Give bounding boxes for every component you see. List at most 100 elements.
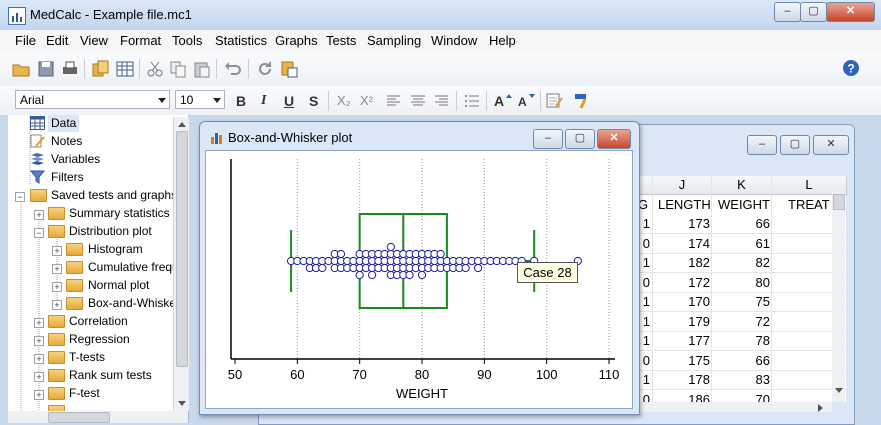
superscript-button[interactable]: X² <box>360 93 373 108</box>
tree-item-saved-tests[interactable]: Saved tests and graphs <box>51 187 173 204</box>
minimize-button[interactable]: – <box>774 2 801 22</box>
menu-statistics[interactable]: Statistics <box>215 33 267 48</box>
undo-icon[interactable] <box>224 60 242 78</box>
chart-close-button[interactable]: ✕ <box>597 129 631 149</box>
italic-button[interactable]: I <box>261 93 266 109</box>
table-cell[interactable]: 82 <box>712 253 770 272</box>
scroll-down-icon[interactable] <box>835 388 843 394</box>
open-icon[interactable] <box>12 60 30 78</box>
table-cell[interactable]: 83 <box>712 370 770 389</box>
header-cell-weight[interactable]: WEIGHT <box>718 195 770 214</box>
bullet-list-icon[interactable] <box>464 94 480 108</box>
expand-toggle[interactable]: + <box>52 282 62 292</box>
table-cell[interactable]: 80 <box>712 273 770 292</box>
paste-icon[interactable] <box>193 60 211 78</box>
underline-button[interactable]: U <box>284 93 294 109</box>
tree-hscroll-thumb[interactable] <box>48 412 110 423</box>
copy-icon[interactable] <box>169 60 187 78</box>
save-icon[interactable] <box>37 60 55 78</box>
sheet-horizontal-scrollbar[interactable] <box>638 402 832 412</box>
table-cell[interactable]: 66 <box>712 214 770 233</box>
help-icon[interactable]: ? <box>842 59 860 77</box>
expand-toggle[interactable]: + <box>34 354 44 364</box>
tree-item-cumulative-frequency[interactable]: Cumulative freque <box>88 259 173 276</box>
font-select[interactable]: Arial <box>15 90 170 109</box>
tree-item-box-and-whisker[interactable]: Box-and-Whisker <box>88 295 173 312</box>
grid-icon[interactable] <box>116 60 134 78</box>
sheet-minimize-button[interactable]: – <box>747 135 777 155</box>
collapse-toggle[interactable]: − <box>15 192 25 202</box>
table-cell[interactable]: 177 <box>653 331 710 350</box>
tree-item-variables[interactable]: Variables <box>51 151 100 168</box>
menu-edit[interactable]: Edit <box>46 33 68 48</box>
increase-font-icon[interactable]: A <box>494 92 512 108</box>
print-icon[interactable] <box>61 60 79 78</box>
header-cell-treat[interactable]: TREAT <box>788 195 830 214</box>
table-cell[interactable]: 179 <box>653 312 710 331</box>
tree-item-regression[interactable]: Regression <box>69 331 130 348</box>
expand-toggle[interactable]: + <box>34 372 44 382</box>
redo-icon[interactable] <box>256 60 274 78</box>
tree-item-correlation[interactable]: Correlation <box>69 313 128 330</box>
align-center-icon[interactable] <box>410 94 426 108</box>
collapse-toggle[interactable]: − <box>34 228 44 238</box>
menu-help[interactable]: Help <box>489 33 516 48</box>
tree-item-rank-sum-tests[interactable]: Rank sum tests <box>69 367 152 384</box>
menu-tests[interactable]: Tests <box>326 33 356 48</box>
align-right-icon[interactable] <box>433 94 449 108</box>
decrease-font-icon[interactable]: A <box>518 92 536 108</box>
table-cell[interactable]: 78 <box>712 331 770 350</box>
expand-toggle[interactable]: + <box>34 336 44 346</box>
tree-item-filters[interactable]: Filters <box>51 169 84 186</box>
shadow-button[interactable]: S <box>309 93 318 109</box>
tree-item-data[interactable]: Data <box>48 115 80 132</box>
header-cell-length[interactable]: LENGTH <box>658 195 711 214</box>
table-cell[interactable]: 66 <box>712 351 770 370</box>
menu-window[interactable]: Window <box>431 33 477 48</box>
scroll-down-icon[interactable] <box>178 401 186 407</box>
scroll-up-icon[interactable] <box>178 121 186 127</box>
menu-file[interactable]: File <box>15 33 36 48</box>
paste-special-icon[interactable] <box>280 60 298 78</box>
tree-item-summary-statistics[interactable]: Summary statistics <box>69 205 170 222</box>
sheet-maximize-button[interactable]: ▢ <box>780 135 810 155</box>
table-cell[interactable]: 174 <box>653 234 710 253</box>
table-cell[interactable]: 178 <box>653 370 710 389</box>
maximize-button[interactable]: ▢ <box>800 2 827 22</box>
bold-button[interactable]: B <box>236 93 246 109</box>
cut-icon[interactable] <box>146 60 164 78</box>
column-header-k[interactable]: K <box>712 176 772 195</box>
tree-vertical-scrollbar[interactable] <box>173 117 189 411</box>
table-cell[interactable]: 72 <box>712 312 770 331</box>
expand-toggle[interactable]: + <box>52 246 62 256</box>
copy-sheet-icon[interactable] <box>92 60 110 78</box>
font-size-select[interactable]: 10 <box>175 90 225 109</box>
tree-item-histogram[interactable]: Histogram <box>88 241 143 258</box>
expand-toggle[interactable]: + <box>52 300 62 310</box>
table-cell[interactable]: 182 <box>653 253 710 272</box>
format-painter-icon[interactable] <box>573 92 591 109</box>
sheet-scroll-thumb[interactable] <box>833 194 845 210</box>
scroll-right-icon[interactable] <box>818 404 824 412</box>
table-cell[interactable]: 75 <box>712 292 770 311</box>
sheet-vertical-scrollbar[interactable] <box>832 192 845 402</box>
table-cell[interactable]: 61 <box>712 234 770 253</box>
menu-format[interactable]: Format <box>120 33 161 48</box>
sheet-close-button[interactable]: ✕ <box>813 135 849 155</box>
chart-maximize-button[interactable]: ▢ <box>565 129 595 149</box>
menu-graphs[interactable]: Graphs <box>275 33 318 48</box>
edit-format-icon[interactable] <box>546 92 564 109</box>
tree-horizontal-scrollbar[interactable] <box>8 411 188 423</box>
table-cell[interactable]: 172 <box>653 273 710 292</box>
tree-item-notes[interactable]: Notes <box>51 133 82 150</box>
tree-item-t-tests[interactable]: T-tests <box>69 349 105 366</box>
chart-minimize-button[interactable]: – <box>533 129 563 149</box>
subscript-button[interactable]: X₂ <box>337 93 351 108</box>
tree-item-distribution-plot[interactable]: Distribution plot <box>69 223 152 240</box>
column-header-j[interactable]: J <box>653 176 712 195</box>
expand-toggle[interactable]: + <box>34 210 44 220</box>
tree-scroll-thumb[interactable] <box>176 131 188 367</box>
table-cell[interactable]: 173 <box>653 214 710 233</box>
menu-tools[interactable]: Tools <box>172 33 202 48</box>
menu-sampling[interactable]: Sampling <box>367 33 421 48</box>
